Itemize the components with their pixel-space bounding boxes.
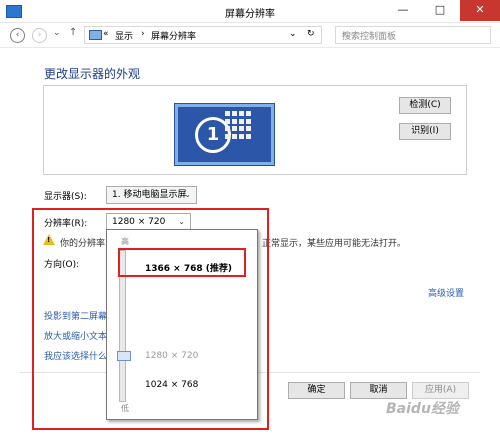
maximize-button[interactable]: □ (423, 0, 457, 21)
title-bar: 屏幕分辨率 — □ ✕ (0, 0, 500, 23)
display-select[interactable]: 1. 移动电脑显示屏 ⌄ (106, 186, 197, 204)
page-title: 更改显示器的外观 (44, 67, 141, 81)
chevron-down-icon[interactable]: ⌄ (289, 29, 297, 39)
up-icon[interactable]: ↑ (69, 27, 77, 38)
advanced-settings-link[interactable]: 高级设置 (428, 286, 464, 299)
search-icon[interactable]: ⌕ (342, 29, 484, 39)
monitor-tile[interactable]: 1 (175, 104, 274, 165)
minimize-button[interactable]: — (386, 0, 420, 21)
detect-button[interactable]: 检测(C) (399, 97, 451, 114)
chevron-right-icon: › (141, 29, 145, 39)
close-button[interactable]: ✕ (460, 0, 500, 21)
display-icon (89, 30, 102, 40)
identify-button[interactable]: 识别(I) (399, 123, 451, 140)
address-bar: ‹ › ⌄ ↑ « 显示 › 屏幕分辨率 ⌄ ↻ 搜索控制面板 ⌕ (0, 23, 500, 48)
apply-button[interactable]: 应用(A) (412, 382, 469, 399)
recent-dropdown-icon[interactable]: ⌄ (53, 28, 61, 38)
display-preview-panel: 1 检测(C) 识别(I) (43, 85, 467, 175)
display-label: 显示器(S): (44, 192, 87, 202)
start-screen-icon (225, 111, 253, 139)
watermark: Baidu经验 (386, 401, 459, 417)
breadcrumb-display[interactable]: 显示 (115, 29, 133, 42)
breadcrumb[interactable]: « 显示 › 屏幕分辨率 ⌄ ↻ (84, 26, 322, 44)
ok-button[interactable]: 确定 (288, 382, 345, 399)
breadcrumb-screen-resolution[interactable]: 屏幕分辨率 (151, 29, 196, 42)
highlight-box-resolution-area (32, 208, 269, 430)
chevron-down-icon: ⌄ (184, 190, 191, 199)
breadcrumb-overflow[interactable]: « (103, 29, 109, 39)
warning-text-end: 正常显示，某些应用可能无法打开。 (262, 239, 407, 249)
back-icon[interactable]: ‹ (10, 28, 25, 43)
highlight-box-recommended (118, 248, 246, 277)
search-input[interactable]: 搜索控制面板 ⌕ (335, 26, 491, 44)
forward-icon[interactable]: › (32, 28, 47, 43)
cancel-button[interactable]: 取消 (350, 382, 407, 399)
refresh-icon[interactable]: ↻ (307, 29, 315, 39)
display-select-value: 1. 移动电脑显示屏 (112, 190, 187, 200)
